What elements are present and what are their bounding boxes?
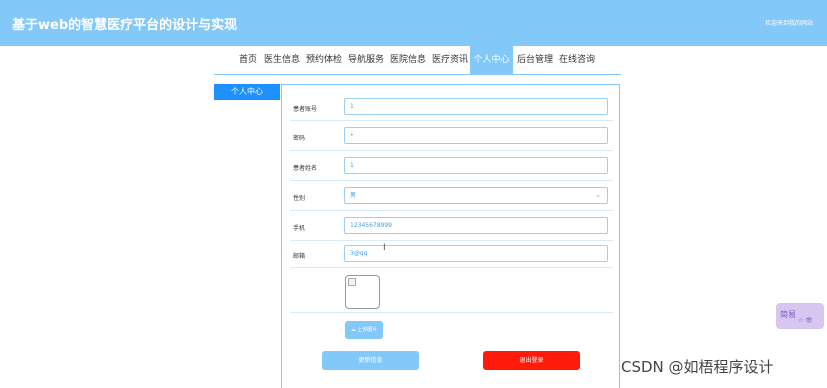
name-label: 患者姓名 [293, 165, 318, 172]
site-title: 基于web的智慧医疗平台的设计与实现 [12, 18, 238, 33]
widget-icons: ☆ 👁 [798, 317, 813, 324]
password-label: 密码 [293, 135, 306, 142]
gender-value: 男 [350, 192, 357, 199]
account-input[interactable]: 1 [344, 98, 608, 115]
nav-item-admin[interactable]: 后台管理 [515, 46, 555, 74]
gender-select[interactable]: 男 ⌄ [344, 187, 608, 204]
floating-widget[interactable]: 简易 ☆ 👁 [776, 303, 824, 329]
gender-label: 性别 [293, 195, 306, 202]
nav-item-checkup[interactable]: 预约体检 [304, 46, 344, 74]
form-row-name: 患者姓名 1 [290, 152, 613, 181]
upload-image-button[interactable]: ☁ 上传图片 [345, 321, 383, 339]
widget-label: 简易 [780, 310, 796, 319]
broken-image-icon [348, 278, 356, 286]
text-cursor-icon: I [383, 243, 386, 253]
password-input[interactable]: • [344, 127, 608, 144]
nav-item-navigation[interactable]: 导航服务 [346, 46, 386, 74]
side-menu-personal-center[interactable]: 个人中心 [214, 84, 280, 100]
form-row-gender: 性别 男 ⌄ [290, 182, 613, 211]
form-row-password: 密码 • [290, 122, 613, 151]
main-nav: 首页 医生信息 预约体检 导航服务 医院信息 医疗资讯 个人中心 后台管理 在线… [214, 46, 621, 75]
nav-item-news[interactable]: 医疗资讯 [430, 46, 470, 74]
form-row-account: 患者账号 1 [290, 93, 613, 121]
nav-item-home[interactable]: 首页 [236, 46, 260, 74]
nav-item-hospital[interactable]: 医院信息 [388, 46, 428, 74]
account-label: 患者账号 [293, 106, 318, 113]
upload-button-label: 上传图片 [357, 327, 378, 333]
form-row-phone: 手机 12345678999 [290, 212, 613, 241]
email-label: 邮箱 [293, 253, 306, 260]
name-input[interactable]: 1 [344, 157, 608, 174]
nav-item-doctors[interactable]: 医生信息 [262, 46, 302, 74]
cloud-upload-icon: ☁ [350, 327, 356, 333]
avatar-preview [345, 275, 380, 309]
phone-label: 手机 [293, 225, 306, 232]
form-row-email: 邮箱 3@qq [290, 242, 613, 268]
profile-form-panel: 患者账号 1 密码 • 患者姓名 1 性别 男 ⌄ 手机 12345678999… [281, 84, 620, 388]
chevron-down-icon: ⌄ [595, 191, 601, 199]
logout-button[interactable]: 退出登录 [483, 351, 580, 370]
nav-item-consult[interactable]: 在线咨询 [557, 46, 597, 74]
welcome-text: 欢迎来到我的网站 [764, 20, 813, 27]
form-row-avatar [290, 269, 613, 313]
csdn-watermark: CSDN @如梧程序设计 [621, 358, 774, 376]
top-header: 基于web的智慧医疗平台的设计与实现 欢迎来到我的网站 [0, 0, 827, 46]
phone-input[interactable]: 12345678999 [344, 217, 608, 234]
update-info-button[interactable]: 更新信息 [322, 351, 419, 370]
nav-item-personal-center[interactable]: 个人中心 [470, 46, 513, 74]
